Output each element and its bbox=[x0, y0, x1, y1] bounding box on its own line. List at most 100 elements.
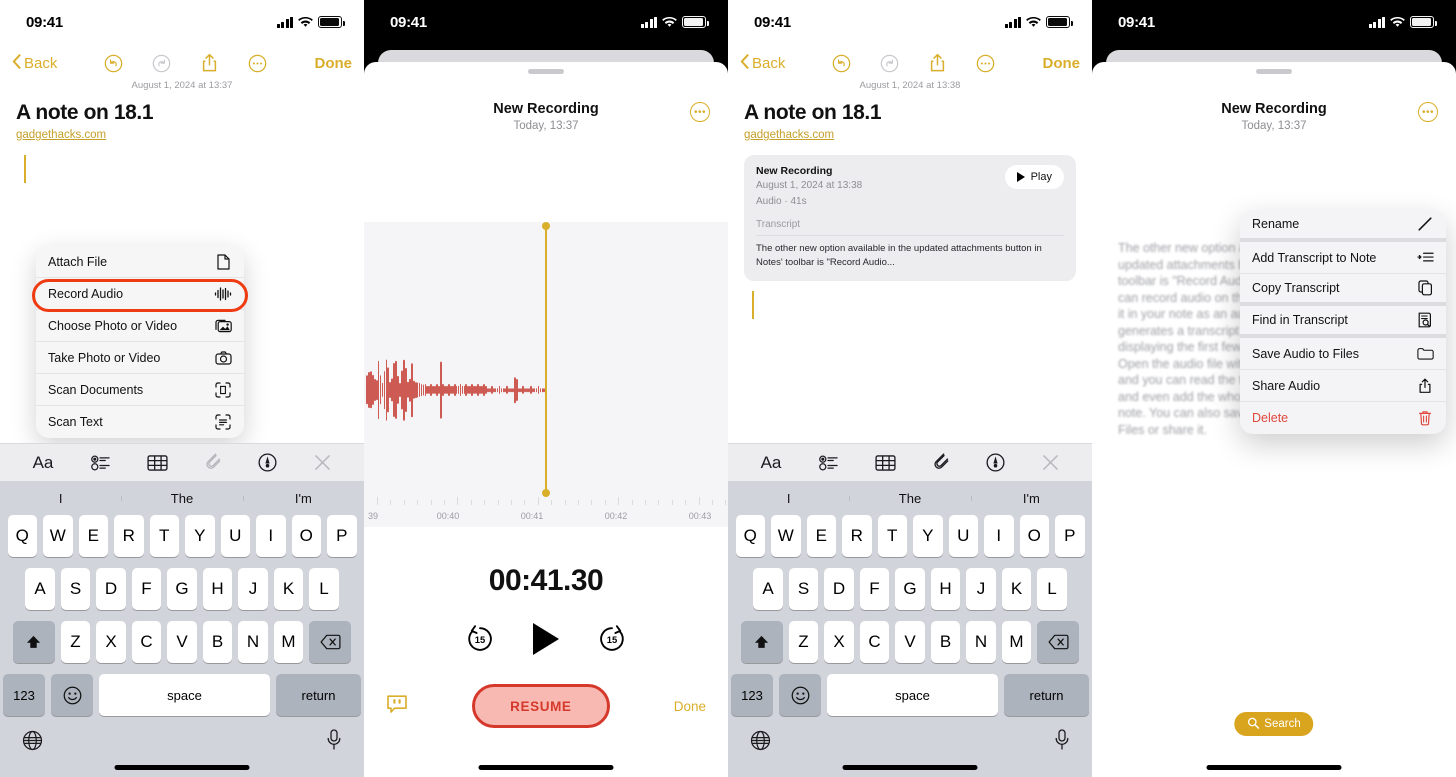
key-e[interactable]: E bbox=[806, 515, 836, 557]
share-icon[interactable] bbox=[927, 52, 949, 74]
key-w[interactable]: W bbox=[771, 515, 801, 557]
suggestion-0[interactable]: I bbox=[0, 491, 121, 506]
key-o[interactable]: O bbox=[291, 515, 321, 557]
key-e[interactable]: E bbox=[78, 515, 108, 557]
menu-item-find-in-transcript[interactable]: Find in Transcript bbox=[1240, 306, 1446, 338]
space-key[interactable]: space bbox=[827, 674, 998, 716]
globe-icon[interactable] bbox=[750, 730, 771, 756]
text-format-icon[interactable]: Aa bbox=[33, 453, 54, 473]
key-b[interactable]: B bbox=[930, 621, 961, 663]
key-y[interactable]: Y bbox=[185, 515, 215, 557]
playhead[interactable] bbox=[542, 222, 550, 497]
key-k[interactable]: K bbox=[1001, 568, 1032, 610]
sheet-grabber[interactable] bbox=[1256, 69, 1292, 74]
key-k[interactable]: K bbox=[273, 568, 304, 610]
close-icon[interactable] bbox=[314, 454, 331, 471]
share-icon[interactable] bbox=[199, 52, 221, 74]
key-g[interactable]: G bbox=[167, 568, 197, 610]
key-q[interactable]: Q bbox=[7, 515, 37, 557]
key-t[interactable]: T bbox=[149, 515, 179, 557]
key-c[interactable]: C bbox=[859, 621, 890, 663]
play-button[interactable]: Play bbox=[1004, 165, 1064, 189]
text-format-icon[interactable]: Aa bbox=[761, 453, 782, 473]
key-h[interactable]: H bbox=[930, 568, 961, 610]
suggestion-2[interactable]: I'm bbox=[970, 491, 1092, 506]
done-button[interactable]: Done bbox=[674, 699, 706, 714]
key-u[interactable]: U bbox=[220, 515, 250, 557]
done-button[interactable]: Done bbox=[314, 55, 352, 72]
menu-item-save-audio-to-files[interactable]: Save Audio to Files bbox=[1240, 338, 1446, 370]
skip-back-15-icon[interactable]: 15 bbox=[463, 622, 497, 656]
emoji-smile-icon[interactable] bbox=[779, 674, 821, 716]
suggestion-0[interactable]: I bbox=[728, 491, 849, 506]
more-ellipsis-circle-icon[interactable]: ••• bbox=[1418, 102, 1438, 122]
key-j[interactable]: J bbox=[238, 568, 268, 610]
key-i[interactable]: I bbox=[256, 515, 286, 557]
back-button[interactable]: Back bbox=[12, 53, 57, 73]
key-x[interactable]: X bbox=[824, 621, 854, 663]
markup-pen-icon[interactable] bbox=[258, 453, 277, 472]
key-z[interactable]: Z bbox=[60, 621, 91, 663]
skip-forward-15-icon[interactable]: 15 bbox=[595, 622, 629, 656]
key-s[interactable]: S bbox=[788, 568, 819, 610]
note-link[interactable]: gadgethacks.com bbox=[728, 125, 1092, 141]
transcript-quote-icon[interactable] bbox=[386, 693, 408, 720]
menu-item-delete[interactable]: Delete bbox=[1240, 402, 1446, 434]
space-key[interactable]: space bbox=[99, 674, 270, 716]
suggestion-1[interactable]: The bbox=[849, 491, 970, 506]
done-button[interactable]: Done bbox=[1042, 55, 1080, 72]
key-u[interactable]: U bbox=[948, 515, 978, 557]
key-p[interactable]: P bbox=[1055, 515, 1085, 557]
suggestion-2[interactable]: I'm bbox=[242, 491, 364, 506]
menu-item-choose-photo[interactable]: Choose Photo or Video bbox=[36, 310, 244, 342]
key-o[interactable]: O bbox=[1019, 515, 1049, 557]
menu-item-add-transcript[interactable]: Add Transcript to Note bbox=[1240, 242, 1446, 274]
key-d[interactable]: D bbox=[96, 568, 126, 610]
waveform-area[interactable]: 39 00:40 00:41 00:42 00:43 bbox=[364, 222, 728, 527]
key-a[interactable]: A bbox=[25, 568, 55, 610]
return-key[interactable]: return bbox=[276, 674, 361, 716]
key-p[interactable]: P bbox=[327, 515, 357, 557]
play-icon[interactable] bbox=[533, 623, 559, 655]
menu-item-copy-transcript[interactable]: Copy Transcript bbox=[1240, 274, 1446, 306]
key-f[interactable]: F bbox=[131, 568, 162, 610]
key-m[interactable]: M bbox=[1001, 621, 1032, 663]
back-button[interactable]: Back bbox=[740, 53, 785, 73]
paperclip-icon[interactable] bbox=[933, 453, 949, 472]
table-icon[interactable] bbox=[147, 454, 168, 471]
key-c[interactable]: C bbox=[131, 621, 162, 663]
key-f[interactable]: F bbox=[859, 568, 890, 610]
key-l[interactable]: L bbox=[1037, 568, 1067, 610]
markup-pen-icon[interactable] bbox=[986, 453, 1005, 472]
globe-icon[interactable] bbox=[22, 730, 43, 756]
numeric-key[interactable]: 123 bbox=[3, 674, 45, 716]
menu-item-share-audio[interactable]: Share Audio bbox=[1240, 370, 1446, 402]
key-t[interactable]: T bbox=[877, 515, 907, 557]
key-l[interactable]: L bbox=[309, 568, 339, 610]
menu-item-record-audio[interactable]: Record Audio bbox=[36, 278, 244, 310]
key-r[interactable]: R bbox=[842, 515, 872, 557]
note-link[interactable]: gadgethacks.com bbox=[0, 125, 364, 141]
key-m[interactable]: M bbox=[273, 621, 304, 663]
undo-icon[interactable] bbox=[103, 52, 125, 74]
undo-icon[interactable] bbox=[831, 52, 853, 74]
key-a[interactable]: A bbox=[753, 568, 783, 610]
key-d[interactable]: D bbox=[824, 568, 854, 610]
paperclip-icon[interactable] bbox=[205, 453, 221, 472]
close-icon[interactable] bbox=[1042, 454, 1059, 471]
sheet-grabber[interactable] bbox=[528, 69, 564, 74]
table-icon[interactable] bbox=[875, 454, 896, 471]
key-r[interactable]: R bbox=[114, 515, 144, 557]
key-n[interactable]: N bbox=[238, 621, 268, 663]
key-n[interactable]: N bbox=[966, 621, 996, 663]
menu-item-take-photo[interactable]: Take Photo or Video bbox=[36, 342, 244, 374]
microphone-icon[interactable] bbox=[1054, 729, 1070, 756]
key-j[interactable]: J bbox=[966, 568, 996, 610]
key-v[interactable]: V bbox=[167, 621, 197, 663]
more-ellipsis-icon[interactable] bbox=[975, 52, 997, 74]
backspace-icon[interactable] bbox=[309, 621, 352, 663]
resume-button[interactable]: RESUME bbox=[471, 684, 610, 728]
emoji-smile-icon[interactable] bbox=[51, 674, 93, 716]
shift-up-icon[interactable] bbox=[740, 621, 783, 663]
menu-item-scan-documents[interactable]: Scan Documents bbox=[36, 374, 244, 406]
